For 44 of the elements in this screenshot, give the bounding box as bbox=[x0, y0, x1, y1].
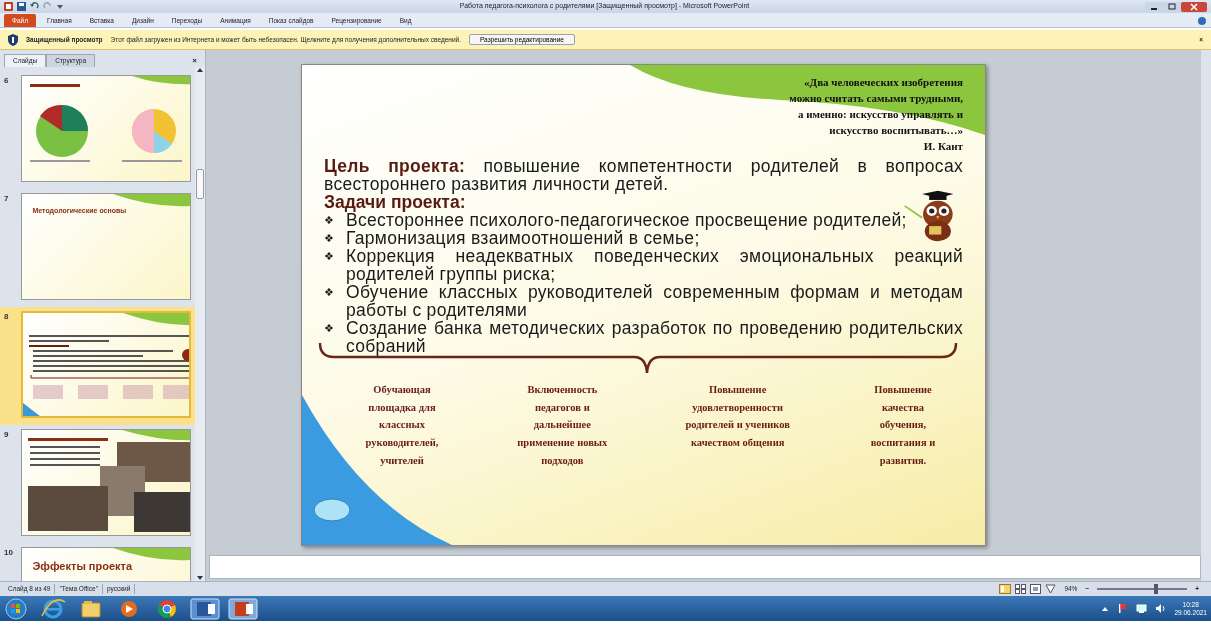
minimize-icon[interactable] bbox=[1145, 1, 1163, 12]
slide-sorter-icon[interactable] bbox=[1015, 584, 1027, 594]
network-icon[interactable] bbox=[1136, 603, 1148, 614]
reading-view-icon[interactable] bbox=[1030, 584, 1042, 594]
help-icon[interactable] bbox=[1197, 15, 1207, 27]
normal-view-icon[interactable] bbox=[999, 584, 1012, 594]
result-text: Повышение качества обучения, воспитания и развития. bbox=[869, 382, 937, 469]
result-text: Повышение удовлетворенности родителей и учеников качеством общения bbox=[684, 382, 791, 451]
goal-text: Цель проекта: повышение компетентности родителей в вопросах всестороннего развития личности детей. bbox=[324, 156, 963, 193]
result-text: Обучающая площадка для классных руководителей, учителей bbox=[364, 382, 440, 469]
undo-icon[interactable] bbox=[30, 2, 39, 11]
save-icon[interactable] bbox=[17, 2, 26, 11]
slide-number: 6 bbox=[4, 74, 10, 87]
start-button-icon[interactable] bbox=[4, 597, 30, 620]
dropdown-icon[interactable] bbox=[56, 2, 64, 11]
vertical-scrollbar[interactable] bbox=[1201, 50, 1211, 581]
quote-line: можно считать самыми трудными, bbox=[789, 90, 963, 106]
slide-thumbnail-title: Эффекты проекта bbox=[32, 558, 133, 574]
scroll-up-icon[interactable] bbox=[196, 66, 205, 73]
slide-number: 7 bbox=[4, 192, 10, 205]
bullet-mark: ❖ bbox=[324, 248, 336, 264]
scrollbar-thumb[interactable] bbox=[196, 168, 205, 199]
slide-show-icon[interactable] bbox=[1045, 584, 1057, 594]
close-icon[interactable] bbox=[1181, 1, 1207, 12]
quote-line: «Два человеческих изобретения bbox=[803, 75, 963, 90]
zoom-slider-thumb[interactable] bbox=[1153, 584, 1158, 594]
quote-author: И. Кант bbox=[922, 138, 963, 154]
panel-close-button[interactable]: × bbox=[192, 54, 201, 67]
browser-icon[interactable] bbox=[38, 597, 68, 620]
bullet-mark: ❖ bbox=[324, 284, 336, 300]
speaker-icon[interactable] bbox=[1155, 603, 1167, 614]
bullet-mark: ❖ bbox=[324, 320, 336, 336]
slide-number: 10 bbox=[4, 546, 14, 559]
word-document-icon[interactable] bbox=[190, 597, 220, 620]
thumbnail-row[interactable]: 8 bbox=[0, 306, 196, 425]
shield-icon bbox=[8, 33, 18, 46]
bullet-mark: ❖ bbox=[324, 230, 336, 246]
flag-icon[interactable] bbox=[1117, 603, 1129, 614]
slide-number: 8 bbox=[4, 310, 10, 323]
presentation-app-icon[interactable] bbox=[228, 597, 258, 620]
slide-number: 9 bbox=[4, 428, 10, 441]
result-text: Включенность педагогов и дальнейшее применение новых подходов bbox=[516, 382, 609, 469]
bullet-mark: ❖ bbox=[324, 212, 336, 228]
quote-line: искусство воспитывать…» bbox=[828, 122, 963, 138]
